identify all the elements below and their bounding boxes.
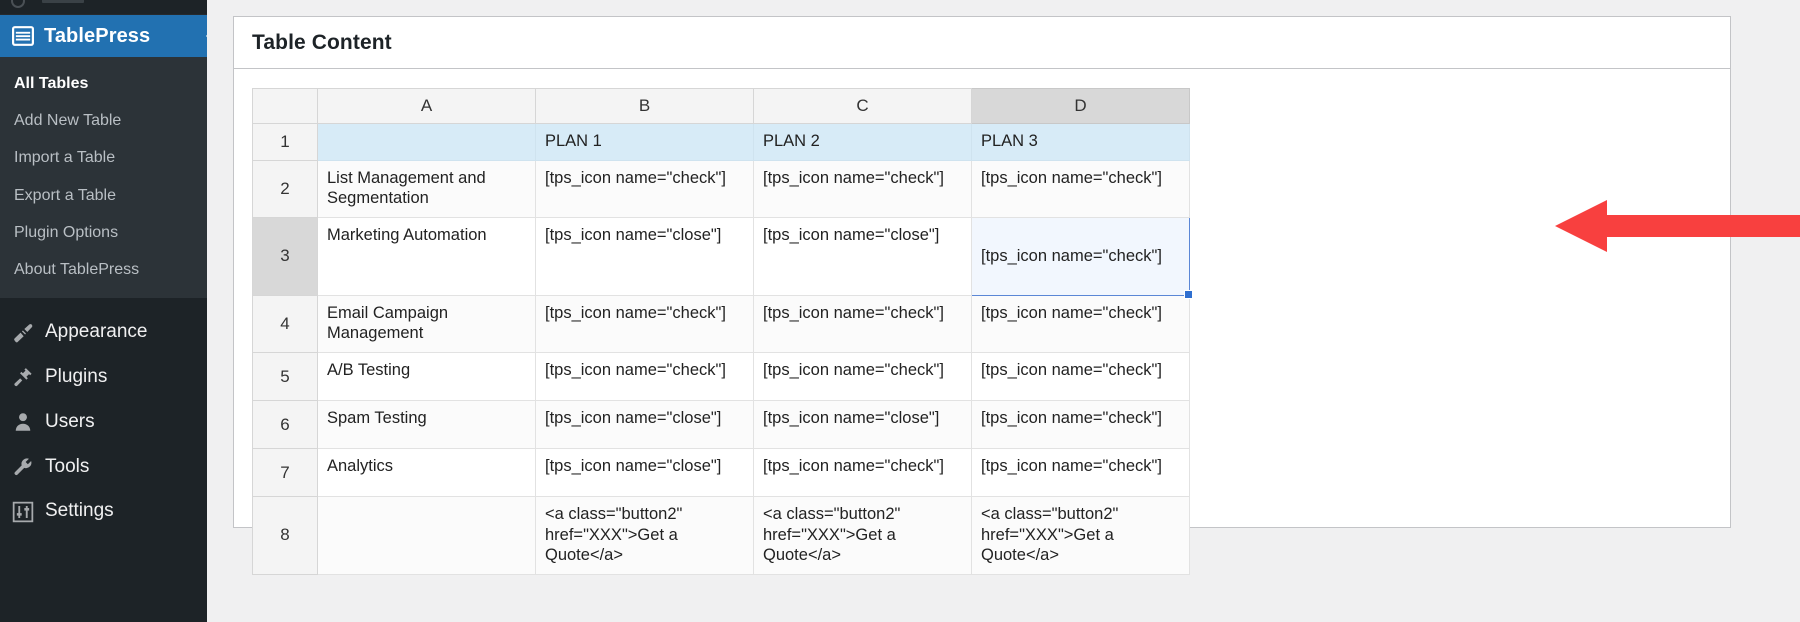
sidebar-item-users-label: Users xyxy=(45,411,95,434)
sidebar-item-settings[interactable]: Settings xyxy=(0,489,207,534)
sidebar-item-plugin-options[interactable]: Plugin Options xyxy=(0,214,207,251)
plug-icon xyxy=(12,366,34,388)
sidebar-item-tools-label: Tools xyxy=(45,456,89,479)
cell-b2[interactable]: [tps_icon name="check"] xyxy=(536,160,754,217)
sidebar-item-plugins-label: Plugins xyxy=(45,366,107,389)
cell-a2[interactable]: List Management and Segmentation xyxy=(318,160,536,217)
column-header-a[interactable]: A xyxy=(318,89,536,124)
row-header-8[interactable]: 8 xyxy=(253,497,318,575)
table-row: 6 Spam Testing [tps_icon name="close"] [… xyxy=(253,401,1190,449)
cell-b6[interactable]: [tps_icon name="close"] xyxy=(536,401,754,449)
main-content: Table Content A B xyxy=(207,0,1800,622)
row-header-1[interactable]: 1 xyxy=(253,124,318,161)
cell-a4[interactable]: Email Campaign Management xyxy=(318,295,536,352)
sidebar-top-partial-item[interactable] xyxy=(0,0,207,15)
cell-b5[interactable]: [tps_icon name="check"] xyxy=(536,353,754,401)
cell-a8[interactable] xyxy=(318,497,536,575)
cell-d3[interactable]: [tps_icon name="check"] xyxy=(972,217,1190,295)
table-row: 5 A/B Testing [tps_icon name="check"] [t… xyxy=(253,353,1190,401)
cell-d5[interactable]: [tps_icon name="check"] xyxy=(972,353,1190,401)
sidebar-item-appearance-label: Appearance xyxy=(45,321,147,344)
cell-c1[interactable]: PLAN 2 xyxy=(754,124,972,161)
cell-a6[interactable]: Spam Testing xyxy=(318,401,536,449)
cell-c8[interactable]: <a class="button2" href="XXX">Get a Quot… xyxy=(754,497,972,575)
page-title: Table Content xyxy=(252,31,392,55)
row-header-5[interactable]: 5 xyxy=(253,353,318,401)
cell-c3[interactable]: [tps_icon name="close"] xyxy=(754,217,972,295)
sidebar-item-plugins[interactable]: Plugins xyxy=(0,355,207,400)
row-header-2[interactable]: 2 xyxy=(253,160,318,217)
fill-handle[interactable] xyxy=(1184,290,1193,299)
grid-corner-cell[interactable] xyxy=(253,89,318,124)
sidebar-item-users[interactable]: Users xyxy=(0,400,207,445)
table-content-panel: Table Content A B xyxy=(233,16,1731,528)
spreadsheet-container: A B C D 1 PLAN 1 PLAN 2 PLAN 3 xyxy=(234,69,1730,575)
sidebar-item-export-a-table[interactable]: Export a Table xyxy=(0,177,207,214)
cell-c2[interactable]: [tps_icon name="check"] xyxy=(754,160,972,217)
sidebar-item-settings-label: Settings xyxy=(45,500,114,523)
sidebar-item-all-tables[interactable]: All Tables xyxy=(0,65,207,102)
cell-d8[interactable]: <a class="button2" href="XXX">Get a Quot… xyxy=(972,497,1190,575)
cell-d2[interactable]: [tps_icon name="check"] xyxy=(972,160,1190,217)
sidebar-item-appearance[interactable]: Appearance xyxy=(0,310,207,355)
sidebar-item-import-a-table[interactable]: Import a Table xyxy=(0,139,207,176)
cell-d7[interactable]: [tps_icon name="check"] xyxy=(972,449,1190,497)
cell-b3[interactable]: [tps_icon name="close"] xyxy=(536,217,754,295)
sidebar-item-tools[interactable]: Tools xyxy=(0,445,207,490)
sliders-icon xyxy=(12,501,34,523)
cell-a7[interactable]: Analytics xyxy=(318,449,536,497)
column-header-c[interactable]: C xyxy=(754,89,972,124)
wrench-icon xyxy=(12,456,34,478)
paintbrush-icon xyxy=(12,322,34,344)
table-row: 7 Analytics [tps_icon name="close"] [tps… xyxy=(253,449,1190,497)
admin-sidebar: TablePress All Tables Add New Table Impo… xyxy=(0,0,207,622)
row-header-7[interactable]: 7 xyxy=(253,449,318,497)
cell-c7[interactable]: [tps_icon name="check"] xyxy=(754,449,972,497)
cell-b4[interactable]: [tps_icon name="check"] xyxy=(536,295,754,352)
column-header-d[interactable]: D xyxy=(972,89,1190,124)
table-icon xyxy=(12,25,34,47)
table-row: 2 List Management and Segmentation [tps_… xyxy=(253,160,1190,217)
cell-c4[interactable]: [tps_icon name="check"] xyxy=(754,295,972,352)
cell-a5[interactable]: A/B Testing xyxy=(318,353,536,401)
cell-c5[interactable]: [tps_icon name="check"] xyxy=(754,353,972,401)
sidebar-item-tablepress-label: TablePress xyxy=(44,25,150,48)
cell-a3[interactable]: Marketing Automation xyxy=(318,217,536,295)
column-header-row: A B C D xyxy=(253,89,1190,124)
user-icon xyxy=(12,411,34,433)
cell-d6[interactable]: [tps_icon name="check"] xyxy=(972,401,1190,449)
partial-menu-icon xyxy=(11,0,25,8)
cell-a1[interactable] xyxy=(318,124,536,161)
row-header-6[interactable]: 6 xyxy=(253,401,318,449)
sidebar-item-add-new-table[interactable]: Add New Table xyxy=(0,102,207,139)
row-header-4[interactable]: 4 xyxy=(253,295,318,352)
tablepress-submenu: All Tables Add New Table Import a Table … xyxy=(0,57,207,298)
partial-menu-label xyxy=(42,0,84,3)
sidebar-item-about-tablepress[interactable]: About TablePress xyxy=(0,251,207,288)
table-row: 8 <a class="button2" href="XXX">Get a Qu… xyxy=(253,497,1190,575)
cell-d3-text: [tps_icon name="check"] xyxy=(981,247,1162,265)
cell-b7[interactable]: [tps_icon name="close"] xyxy=(536,449,754,497)
screen-root: TablePress All Tables Add New Table Impo… xyxy=(0,0,1800,622)
cell-d1[interactable]: PLAN 3 xyxy=(972,124,1190,161)
sidebar-separator xyxy=(0,298,207,310)
panel-header: Table Content xyxy=(234,17,1730,69)
cell-b8[interactable]: <a class="button2" href="XXX">Get a Quot… xyxy=(536,497,754,575)
table-row: 1 PLAN 1 PLAN 2 PLAN 3 xyxy=(253,124,1190,161)
sidebar-item-tablepress[interactable]: TablePress xyxy=(0,15,207,57)
cell-c6[interactable]: [tps_icon name="close"] xyxy=(754,401,972,449)
table-content-grid[interactable]: A B C D 1 PLAN 1 PLAN 2 PLAN 3 xyxy=(252,88,1190,575)
cell-b1[interactable]: PLAN 1 xyxy=(536,124,754,161)
table-row: 3 Marketing Automation [tps_icon name="c… xyxy=(253,217,1190,295)
column-header-b[interactable]: B xyxy=(536,89,754,124)
cell-d4[interactable]: [tps_icon name="check"] xyxy=(972,295,1190,352)
row-header-3[interactable]: 3 xyxy=(253,217,318,295)
table-row: 4 Email Campaign Management [tps_icon na… xyxy=(253,295,1190,352)
